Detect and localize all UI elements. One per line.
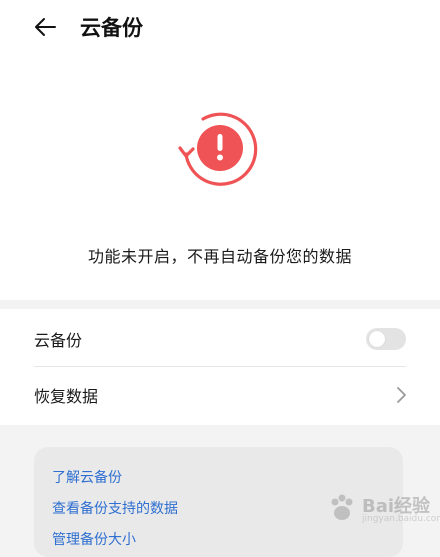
back-arrow-icon[interactable] — [33, 14, 59, 40]
learn-cloud-backup-link[interactable]: 了解云备份 — [52, 467, 122, 487]
cloud-backup-toggle[interactable] — [366, 328, 406, 350]
paw-icon — [331, 494, 353, 520]
watermark: Bai经验 jingyan.baidu.com — [326, 488, 440, 528]
cloud-backup-label: 云备份 — [34, 331, 83, 350]
cloud-backup-row[interactable]: 云备份 — [34, 311, 406, 367]
settings-card: 云备份 恢复数据 — [0, 309, 440, 425]
chevron-right-icon — [397, 387, 406, 403]
toggle-knob — [369, 331, 385, 347]
watermark-sub: jingyan.baidu.com — [362, 514, 440, 524]
backup-warning-icon — [178, 112, 258, 186]
view-supported-data-link[interactable]: 查看备份支持的数据 — [52, 498, 178, 518]
app-header: 云备份 — [0, 0, 440, 52]
page-title: 云备份 — [80, 16, 143, 40]
manage-backup-size-link[interactable]: 管理备份大小 — [52, 529, 136, 549]
restore-data-label: 恢复数据 — [34, 387, 99, 406]
backup-status-message: 功能未开启，不再自动备份您的数据 — [87, 247, 352, 266]
restore-data-row[interactable]: 恢复数据 — [34, 367, 406, 423]
